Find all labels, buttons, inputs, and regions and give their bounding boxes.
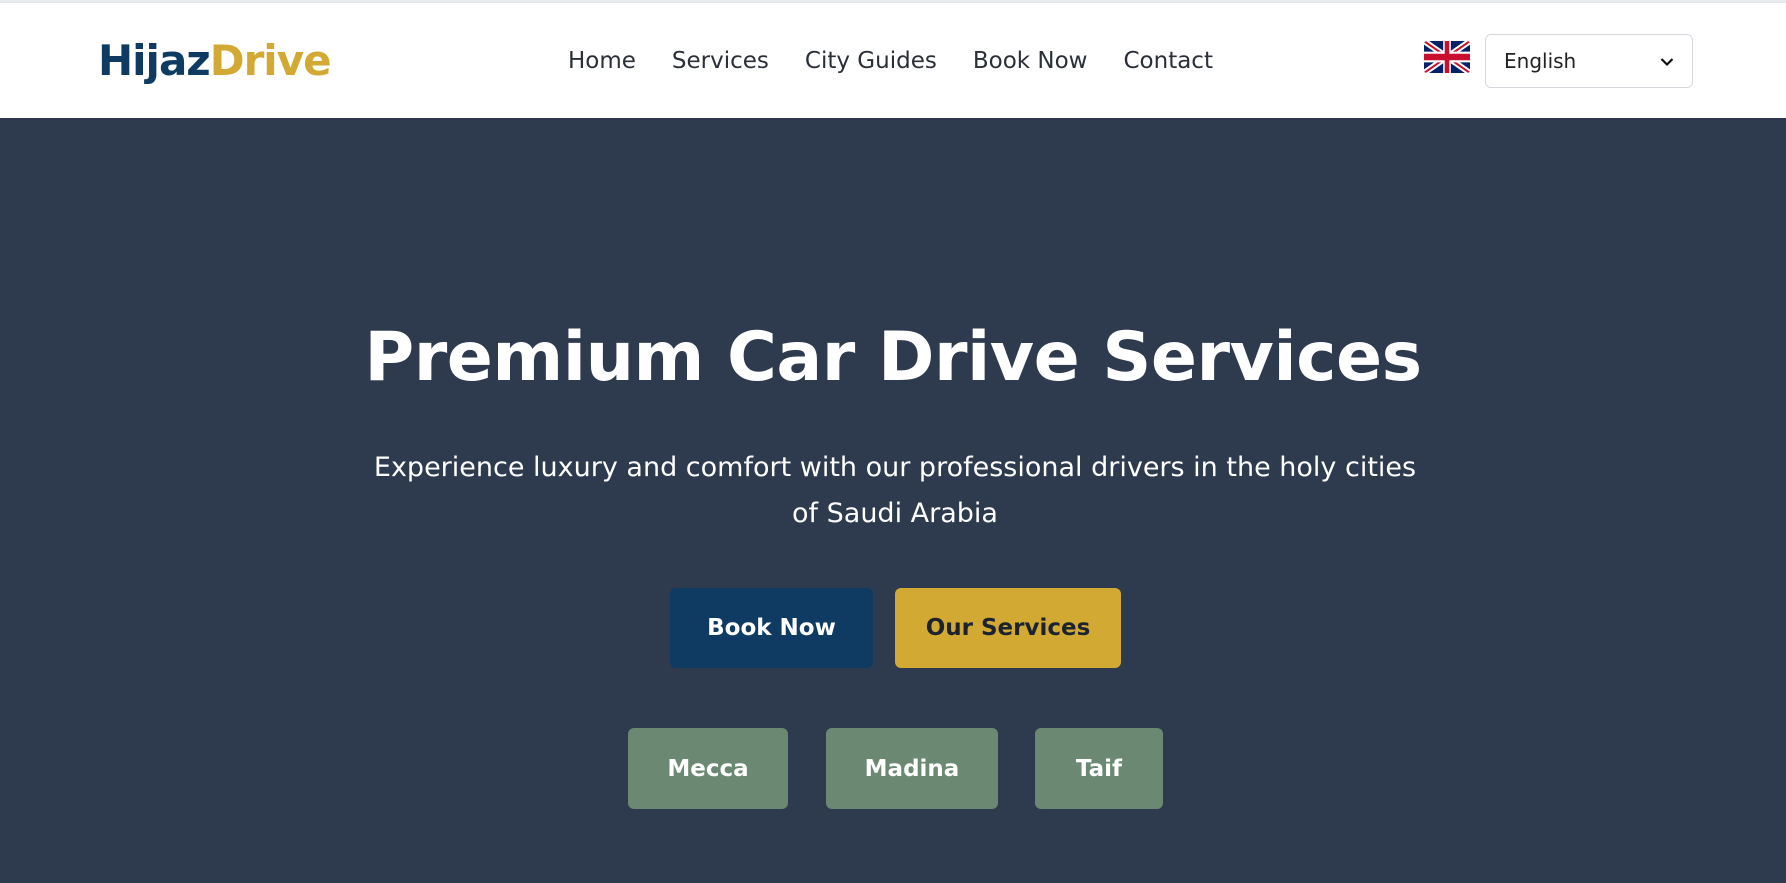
language-select-value: English xyxy=(1504,49,1577,73)
nav-book-now[interactable]: Book Now xyxy=(955,48,1106,74)
logo-text-primary: Hijaz xyxy=(98,36,211,85)
language-select[interactable]: English xyxy=(1485,34,1693,88)
hero-subtitle: Experience luxury and comfort with our p… xyxy=(373,452,1417,529)
logo[interactable]: HijazDrive xyxy=(98,3,332,118)
hero-title: Premium Car Drive Services xyxy=(364,318,1422,397)
uk-flag-icon xyxy=(1424,41,1470,73)
nav-services[interactable]: Services xyxy=(654,48,787,74)
nav-home[interactable]: Home xyxy=(550,48,654,74)
chevron-down-icon xyxy=(1660,52,1674,71)
city-mecca-button[interactable]: Mecca xyxy=(628,728,788,809)
city-taif-button[interactable]: Taif xyxy=(1035,728,1163,809)
city-madina-button[interactable]: Madina xyxy=(826,728,998,809)
main-nav: Home Services City Guides Book Now Conta… xyxy=(550,3,1231,118)
logo-text-accent: Drive xyxy=(209,36,332,85)
our-services-button[interactable]: Our Services xyxy=(895,588,1121,668)
hero-section: Premium Car Drive Services Experience lu… xyxy=(0,118,1786,883)
book-now-button[interactable]: Book Now xyxy=(670,588,873,668)
site-header: HijazDrive Home Services City Guides Boo… xyxy=(0,3,1786,118)
nav-contact[interactable]: Contact xyxy=(1105,48,1230,74)
nav-city-guides[interactable]: City Guides xyxy=(787,48,955,74)
